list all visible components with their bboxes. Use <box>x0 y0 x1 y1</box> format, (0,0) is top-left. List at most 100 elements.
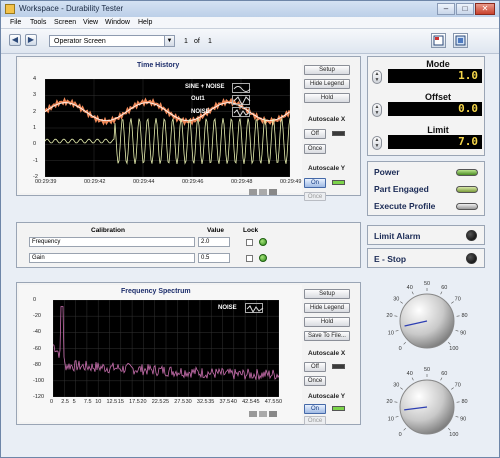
page-total: 1 <box>208 38 212 45</box>
toolbar: ◀ ▶ Operator Screen ▼ 1 of 1 <box>1 29 499 54</box>
knob-tick-label: 30 <box>393 297 399 303</box>
time-history-plot: SINE + NOISE Out1 NOISE <box>44 78 291 178</box>
legend-sine-swatch <box>232 83 251 93</box>
th-x-tick: 00:29:39 <box>35 179 57 185</box>
status-panel: Power Part Engaged Execute Profile <box>367 161 485 216</box>
fs-x-tick: 50 <box>276 399 283 405</box>
menu-view[interactable]: View <box>83 19 98 26</box>
fs-autoscale-x-once[interactable]: Once <box>304 376 326 386</box>
forward-button[interactable]: ▶ <box>25 34 37 46</box>
frequency-spectrum-frame: Frequency Spectrum NOISE 0 -20 -40 -60 -80 -1… <box>19 285 302 422</box>
mode-value[interactable]: 1.0 <box>388 69 482 83</box>
back-button[interactable]: ◀ <box>9 34 21 46</box>
offset-spinner[interactable]: ▲ ▼ <box>372 103 382 117</box>
screen-select[interactable]: Operator Screen ▼ <box>49 35 175 47</box>
limit-alarm-led <box>466 230 477 241</box>
minimize-button[interactable]: – <box>437 3 455 15</box>
time-history-title: Time History <box>137 62 180 69</box>
gain-lock-checkbox[interactable] <box>246 255 253 262</box>
page-layout-icon[interactable] <box>431 33 446 48</box>
window-title: Workspace - Durability Tester <box>19 4 124 13</box>
fs-x-tick: 42.5 <box>242 399 253 405</box>
th-hold-button[interactable]: Hold <box>304 93 350 103</box>
time-history-frame: Time History SINE + NOISE Out1 NOISE 4 3… <box>19 59 302 195</box>
calibration-row-gain-value[interactable]: 0.5 <box>198 253 230 263</box>
fs-autoscale-y-once[interactable]: Once <box>304 416 326 425</box>
knob-2[interactable]: 0 10 20 30 40 50 60 70 80 90 100 <box>369 363 485 449</box>
knob-tick-label: 30 <box>393 383 399 389</box>
th-autoscale-x-once[interactable]: Once <box>304 144 326 154</box>
limit-spinner[interactable]: ▲ ▼ <box>372 136 382 150</box>
th-y-tick: 2 <box>33 108 37 115</box>
legend-out1-swatch <box>232 95 251 107</box>
settings-panel-icon[interactable] <box>453 33 468 48</box>
legend-noise: NOISE <box>191 109 210 115</box>
th-autoscale-y-once[interactable]: Once <box>304 192 326 201</box>
offset-label: Offset <box>424 92 451 102</box>
mode-spinner[interactable]: ▲ ▼ <box>372 70 382 84</box>
power-label: Power <box>374 167 400 177</box>
knob-tick-label: 70 <box>455 383 461 389</box>
fs-y-tick: -100 <box>33 377 45 384</box>
fs-zoom-icon[interactable] <box>249 411 257 417</box>
fs-hold-button[interactable]: Hold <box>304 317 350 327</box>
th-hide-legend-button[interactable]: Hide Legend <box>304 79 350 89</box>
calibration-row-frequency-value[interactable]: 2.0 <box>198 237 230 247</box>
calibration-header: Calibration <box>91 227 125 234</box>
th-setup-button[interactable]: Setup <box>304 65 350 75</box>
menu-window[interactable]: Window <box>105 19 130 26</box>
th-x-tick: 00:29:42 <box>84 179 106 185</box>
th-y-tick: -1 <box>33 157 38 164</box>
maximize-button[interactable]: □ <box>456 3 474 15</box>
fs-y-tick: -120 <box>33 394 45 400</box>
menu-tools[interactable]: Tools <box>30 19 46 26</box>
menu-screen[interactable]: Screen <box>54 19 76 26</box>
fs-y-tick: -80 <box>33 361 41 368</box>
legend-out1: Out1 <box>191 96 205 102</box>
knob-tick-mark <box>400 301 403 304</box>
page-current: 1 <box>184 38 188 45</box>
frequency-status-icon <box>259 238 267 246</box>
th-autoscale-y-toggle[interactable]: On <box>304 178 326 188</box>
series-noise-line <box>44 117 291 165</box>
zoom-icon[interactable] <box>249 189 257 195</box>
fs-save-button[interactable]: Save To File... <box>304 331 350 341</box>
lock-header: Lock <box>243 227 259 234</box>
offset-value[interactable]: 0.0 <box>388 102 482 116</box>
pan-icon[interactable] <box>259 189 267 195</box>
knob-tick-label: 60 <box>441 371 447 377</box>
knob-dial[interactable]: 0 10 20 30 40 50 60 70 80 90 100 <box>369 363 485 449</box>
fs-autoscale-y-toggle[interactable]: On <box>304 404 326 414</box>
menu-help[interactable]: Help <box>138 19 152 26</box>
fs-cursor-icon[interactable] <box>269 411 277 417</box>
th-y-tick: 4 <box>33 76 37 82</box>
knob-tick-mark <box>451 387 454 390</box>
th-y-tick: 1 <box>33 125 37 131</box>
close-button[interactable]: ✕ <box>475 3 495 15</box>
part-engaged-switch[interactable] <box>456 186 478 193</box>
knob-tick-mark <box>448 342 451 345</box>
knob-tick-label: 0 <box>399 346 402 352</box>
knob-dial[interactable]: 0 10 20 30 40 50 60 70 80 90 100 <box>369 277 485 359</box>
knob-tick-mark <box>411 291 414 295</box>
knob-tick-mark <box>395 415 399 418</box>
frequency-spectrum-chart <box>52 299 280 398</box>
th-autoscale-x-toggle[interactable]: Off <box>304 129 326 139</box>
knob-1[interactable]: 0 10 20 30 40 50 60 70 80 90 100 <box>369 277 485 359</box>
fs-hide-legend-button[interactable]: Hide Legend <box>304 303 350 313</box>
th-y-tick: 3 <box>33 92 37 99</box>
menu-bar: File Tools Screen View Window Help <box>1 17 499 29</box>
power-switch[interactable] <box>456 169 478 176</box>
menu-file[interactable]: File <box>10 19 21 26</box>
limit-value[interactable]: 7.0 <box>388 135 482 149</box>
cursor-icon[interactable] <box>269 189 277 195</box>
fs-pan-icon[interactable] <box>259 411 267 417</box>
fs-autoscale-x-toggle[interactable]: Off <box>304 362 326 372</box>
fs-setup-button[interactable]: Setup <box>304 289 350 299</box>
legend-fs-noise: NOISE <box>218 305 237 311</box>
part-engaged-label: Part Engaged <box>374 184 429 194</box>
frequency-spectrum-title: Frequency Spectrum <box>121 288 191 295</box>
execute-profile-switch[interactable] <box>456 203 478 210</box>
fs-x-tick: 5 <box>72 399 76 405</box>
frequency-lock-checkbox[interactable] <box>246 239 253 246</box>
